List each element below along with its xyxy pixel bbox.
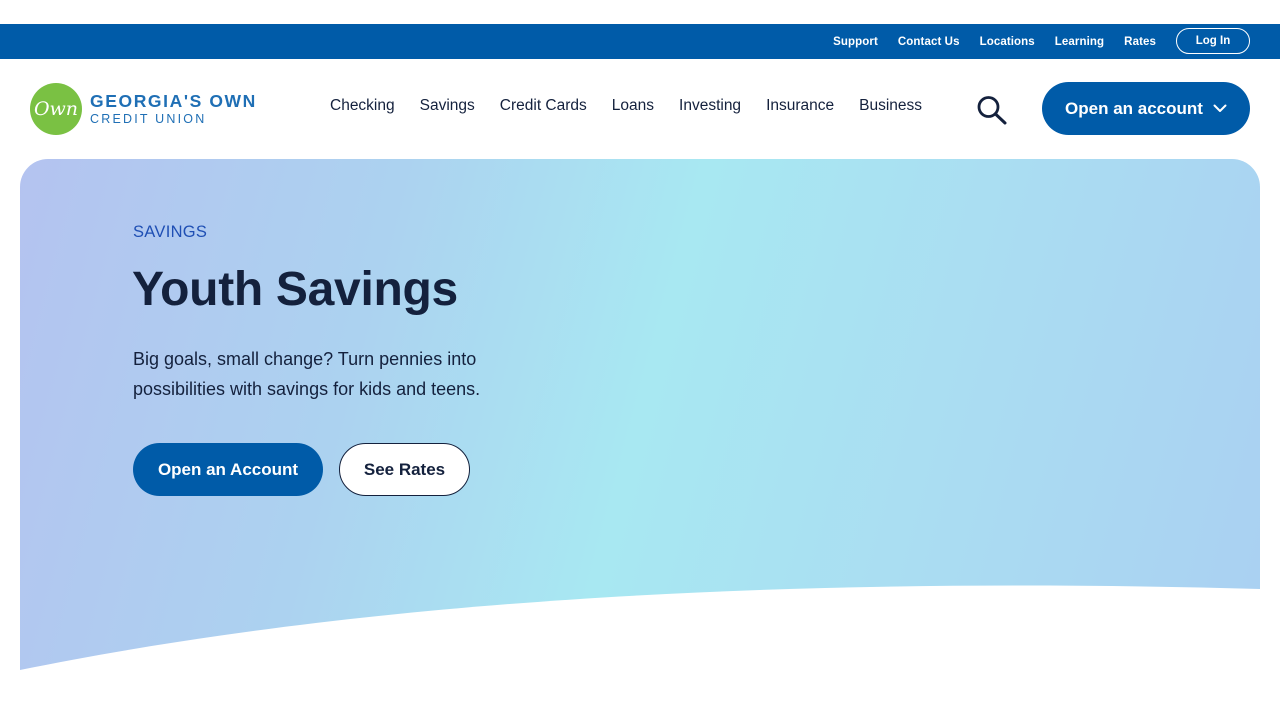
nav-item-investing[interactable]: Investing — [679, 97, 741, 115]
nav-item-savings[interactable]: Savings — [420, 97, 475, 115]
hero-eyebrow: SAVINGS — [133, 223, 208, 241]
page-title: Youth Savings — [132, 263, 458, 316]
logo-tagline: CREDIT UNION — [90, 112, 207, 126]
hero-banner: SAVINGS Youth Savings Big goals, small c… — [20, 159, 1260, 670]
logo-mark: Own — [30, 83, 82, 135]
hero-subtitle: Big goals, small change? Turn pennies in… — [133, 349, 481, 399]
nav-item-credit-cards[interactable]: Credit Cards — [500, 97, 587, 115]
chevron-down-icon — [1213, 104, 1227, 112]
open-account-menu-button[interactable]: Open an account — [1042, 82, 1250, 135]
login-button[interactable]: Log In — [1176, 28, 1250, 54]
utility-link-contact-us[interactable]: Contact Us — [898, 36, 960, 48]
see-rates-button[interactable]: See Rates — [339, 443, 470, 496]
search-icon[interactable] — [976, 95, 1008, 125]
logo[interactable]: Own GEORGIA'S OWN CREDIT UNION — [30, 83, 280, 135]
main-header: Own GEORGIA'S OWN CREDIT UNION Checking … — [0, 59, 1280, 159]
utility-bar: Support Contact Us Locations Learning Ra… — [0, 24, 1280, 59]
primary-nav: Checking Savings Credit Cards Loans Inve… — [330, 97, 947, 115]
utility-link-learning[interactable]: Learning — [1055, 36, 1104, 48]
utility-link-locations[interactable]: Locations — [980, 36, 1035, 48]
logo-name: GEORGIA'S OWN — [90, 90, 257, 111]
nav-item-insurance[interactable]: Insurance — [766, 97, 834, 115]
utility-link-rates[interactable]: Rates — [1124, 36, 1156, 48]
nav-item-business[interactable]: Business — [859, 97, 922, 115]
nav-item-checking[interactable]: Checking — [330, 97, 395, 115]
open-account-label: Open an account — [1065, 98, 1203, 118]
open-account-button[interactable]: Open an Account — [133, 443, 323, 496]
logo-wordmark: GEORGIA'S OWN CREDIT UNION — [90, 90, 257, 126]
utility-link-support[interactable]: Support — [833, 36, 878, 48]
nav-item-loans[interactable]: Loans — [612, 97, 654, 115]
utility-nav: Support Contact Us Locations Learning Ra… — [813, 24, 1156, 59]
